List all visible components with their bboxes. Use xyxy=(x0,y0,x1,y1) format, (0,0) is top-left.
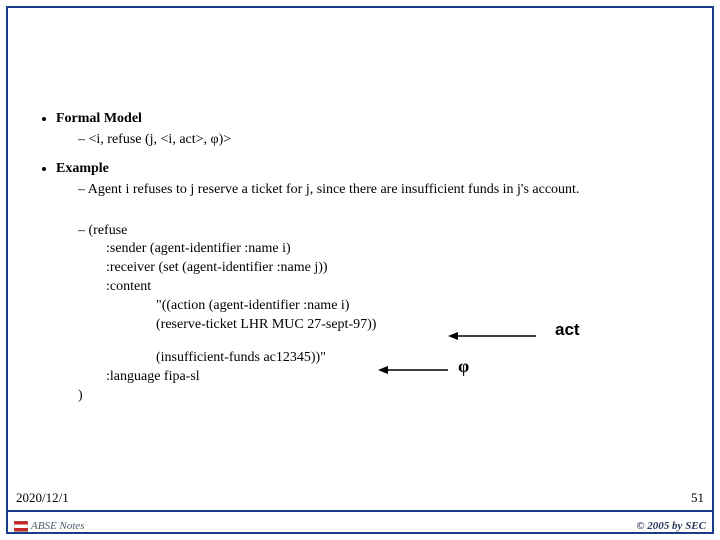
code-l2: :receiver (set (agent-identifier :name j… xyxy=(78,259,700,278)
example-desc: Agent i refuses to j reserve a ticket fo… xyxy=(78,181,700,200)
code-block: :sender (agent-identifier :name i) :rece… xyxy=(78,240,700,405)
footer-copyright: © 2005 by SEC xyxy=(636,520,706,532)
formal-model-item: <i, refuse (j, <i, act>, φ)> xyxy=(78,131,700,150)
formal-model-title: Formal Model xyxy=(56,111,142,126)
flag-icon xyxy=(14,521,28,532)
bullet-list: Formal Model <i, refuse (j, <i, act>, φ)… xyxy=(38,110,700,406)
code-l0: (refuse xyxy=(89,223,128,238)
footer-frame xyxy=(6,512,714,534)
example-sublist: Agent i refuses to j reserve a ticket fo… xyxy=(56,181,700,200)
annotation-act: act xyxy=(555,320,580,340)
arrow-phi xyxy=(378,365,448,366)
footer-date: 2020/12/1 xyxy=(16,490,69,506)
example-code-dash: (refuse :sender (agent-identifier :name … xyxy=(56,222,700,406)
code-l4: "((action (agent-identifier :name i) xyxy=(78,297,700,316)
arrow-act xyxy=(448,331,536,332)
slide: Formal Model <i, refuse (j, <i, act>, φ)… xyxy=(0,0,720,540)
footer-page: 51 xyxy=(691,490,704,506)
code-l3: :content xyxy=(78,278,700,297)
bullet-formal-model: Formal Model <i, refuse (j, <i, act>, φ)… xyxy=(56,110,700,150)
annotation-phi: φ xyxy=(458,356,469,377)
code-l8: ) xyxy=(78,387,700,406)
formal-model-sublist: <i, refuse (j, <i, act>, φ)> xyxy=(56,131,700,150)
code-l5: (reserve-ticket LHR MUC 27-sept-97)) xyxy=(78,316,700,335)
code-l1: :sender (agent-identifier :name i) xyxy=(78,240,700,259)
slide-content: Formal Model <i, refuse (j, <i, act>, φ)… xyxy=(38,110,700,416)
footer-notes: ABSE Notes xyxy=(14,520,84,532)
example-title: Example xyxy=(56,161,109,176)
footer-notes-text: ABSE Notes xyxy=(31,520,84,532)
